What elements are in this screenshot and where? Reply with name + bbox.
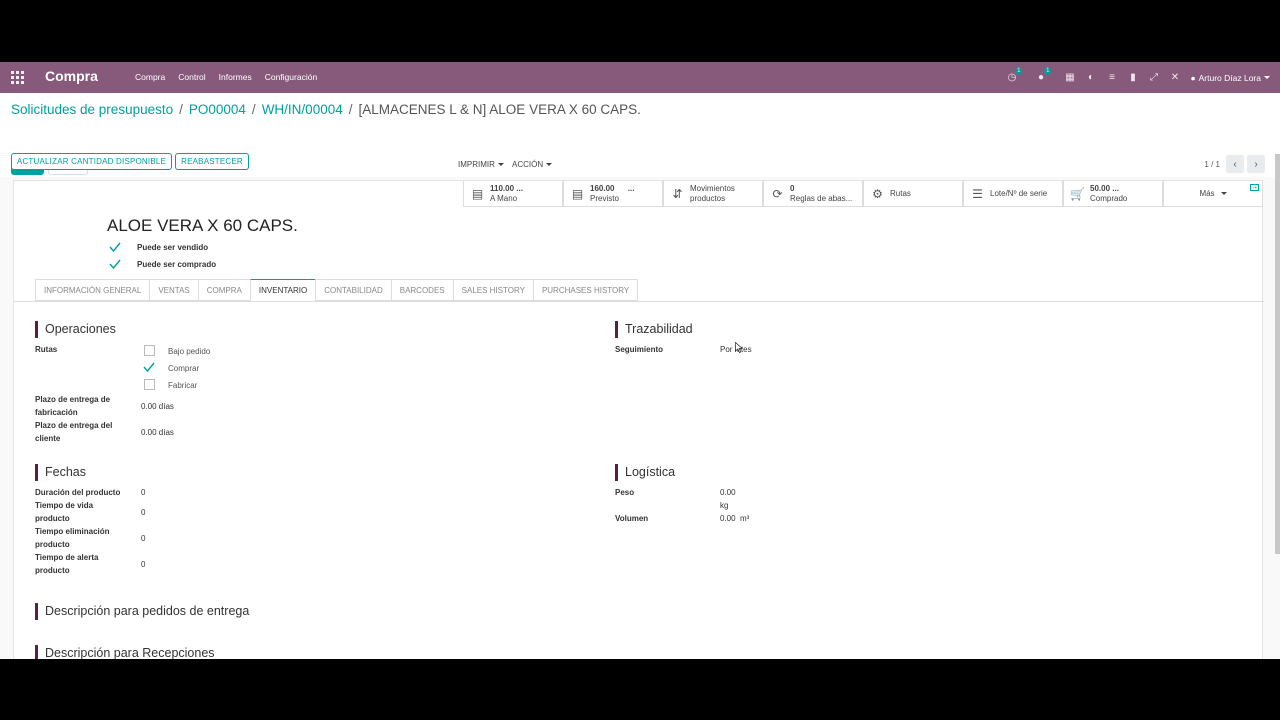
breadcrumb-rfq[interactable]: Solicitudes de presupuesto bbox=[11, 102, 173, 117]
user-name: Arturo Díaz Lora bbox=[1198, 72, 1261, 83]
odoo-window: Compra Compra Control Informes Configura… bbox=[0, 62, 1280, 659]
mfg-lead-value[interactable]: 0.00 días bbox=[141, 400, 174, 413]
chevron-down-icon bbox=[1220, 192, 1227, 195]
main-menu: Compra Control Informes Configuración bbox=[135, 72, 317, 82]
route-manufacture-checkbox[interactable] bbox=[144, 379, 155, 390]
menu-control[interactable]: Control bbox=[178, 72, 205, 82]
routes-label: Rutas bbox=[35, 345, 58, 354]
refresh-icon: ⟳ bbox=[772, 186, 783, 201]
tab-inventario[interactable]: INVENTARIO bbox=[249, 279, 317, 301]
menu-configuracion[interactable]: Configuración bbox=[265, 72, 317, 82]
smart-button-lots[interactable]: ☰ Lote/Nº de serie bbox=[963, 181, 1063, 207]
customer-lead-value[interactable]: 0.00 días bbox=[141, 426, 174, 439]
tab-ventas[interactable]: VENTAS bbox=[149, 279, 199, 301]
volume-label: Volumen bbox=[615, 514, 649, 523]
route-mto-checkbox[interactable] bbox=[144, 345, 155, 356]
route-buy-label: Comprar bbox=[168, 364, 200, 373]
cart-icon: 🛒 bbox=[1070, 186, 1085, 201]
weight-label: Peso bbox=[615, 488, 635, 497]
chevron-down-icon bbox=[1264, 76, 1270, 79]
smart-button-routes[interactable]: ⚙ Rutas bbox=[863, 181, 963, 207]
breadcrumb: Solicitudes de presupuesto / PO00004/WH/IN… bbox=[11, 102, 641, 117]
calculator-icon[interactable]: ▦ bbox=[1064, 72, 1075, 83]
tab-compra[interactable]: COMPRA bbox=[197, 279, 251, 301]
product-name: ALOE VERA X 60 CAPS. bbox=[107, 216, 298, 235]
header-buttons-bar: ACTUALIZAR CANTIDAD DISPONIBLE REABASTEC… bbox=[0, 153, 1280, 179]
can-be-sold-label[interactable]: Puede ser vendido bbox=[137, 243, 208, 252]
section-trazabilidad: Trazabilidad bbox=[615, 321, 693, 338]
close-debug-icon[interactable]: ✕ bbox=[1169, 72, 1180, 83]
mouse-cursor-icon bbox=[735, 342, 743, 353]
section-fechas: Fechas bbox=[35, 464, 86, 481]
mfg-lead-label: Plazo de entrega de fabricación bbox=[35, 395, 111, 417]
tab-sales-history[interactable]: SALES HISTORY bbox=[452, 279, 534, 301]
building-icon: ▤ bbox=[571, 186, 584, 201]
check-icon bbox=[109, 259, 121, 270]
volume-value[interactable]: 0.00 m³ bbox=[720, 512, 749, 525]
alert-time-label: Tiempo de alerta producto bbox=[35, 553, 99, 575]
form-sheet: ▤ 110.00 ... A Mano ▤ 160.00 ... Previsto … bbox=[13, 180, 1264, 659]
alert-time-value[interactable]: 0 bbox=[141, 558, 145, 571]
update-qty-button[interactable]: ACTUALIZAR CANTIDAD DISPONIBLE bbox=[11, 153, 172, 170]
dark-mode-icon[interactable]: ◐ bbox=[1085, 72, 1096, 83]
messages-icon[interactable]: ● 1 bbox=[1035, 67, 1052, 83]
smart-button-moves[interactable]: ⇵ Movimientos productos bbox=[663, 181, 763, 207]
menu-compra[interactable]: Compra bbox=[135, 72, 165, 82]
breadcrumb-po[interactable]: PO00004 bbox=[189, 102, 246, 117]
top-navbar: Compra Compra Control Informes Configura… bbox=[0, 62, 1280, 93]
lifetime-label: Tiempo de vida producto bbox=[35, 501, 94, 523]
user-menu[interactable]: ● Arturo Díaz Lora bbox=[1190, 73, 1270, 83]
smart-button-on-hand[interactable]: ▤ 110.00 ... A Mano bbox=[463, 181, 563, 207]
collapse-icon[interactable]: ⇥ bbox=[1250, 184, 1259, 191]
scrollbar[interactable] bbox=[1275, 154, 1280, 554]
updown-arrows-icon: ⇵ bbox=[672, 186, 683, 201]
smart-button-forecast[interactable]: ▤ 160.00 ... Previsto bbox=[563, 181, 663, 207]
tab-contabilidad[interactable]: CONTABILIDAD bbox=[315, 279, 392, 301]
route-buy-checkbox[interactable] bbox=[143, 361, 155, 373]
section-logistica: Logística bbox=[615, 464, 675, 481]
lifetime-value[interactable]: 0 bbox=[141, 506, 145, 519]
building-icon: ▤ bbox=[471, 186, 484, 201]
section-desc-delivery: Descripción para pedidos de entrega bbox=[35, 603, 249, 620]
product-duration-value[interactable]: 0 bbox=[141, 486, 145, 499]
customer-lead-label: Plazo de entrega del cliente bbox=[35, 421, 113, 443]
breadcrumb-current: [ALMACENES L & N] ALOE VERA X 60 CAPS. bbox=[358, 102, 641, 117]
route-mto-label: Bajo pedido bbox=[168, 347, 211, 356]
activity-icon[interactable]: ◷ 1 bbox=[1006, 67, 1023, 83]
weight-value[interactable]: 0.00 bbox=[720, 486, 736, 499]
smart-button-purchased[interactable]: 🛒 50.00 ... Comprado bbox=[1063, 181, 1163, 207]
tab-barcodes[interactable]: BARCODES bbox=[390, 279, 454, 301]
menu-informes[interactable]: Informes bbox=[219, 72, 252, 82]
product-duration-label: Duración del producto bbox=[35, 488, 121, 497]
user-icon: ● bbox=[1190, 72, 1196, 83]
bookmark-icon[interactable]: ▮ bbox=[1127, 72, 1138, 83]
removal-time-value[interactable]: 0 bbox=[141, 532, 145, 545]
smart-button-reorder-rules[interactable]: ⟳ 0 Reglas de abas... bbox=[763, 181, 863, 207]
apps-menu-icon[interactable] bbox=[11, 71, 24, 84]
list-icon[interactable]: ≡ bbox=[1106, 72, 1117, 83]
smart-button-more[interactable]: Más bbox=[1163, 181, 1263, 207]
tracking-label: Seguimiento bbox=[615, 345, 664, 354]
route-manufacture-label: Fabricar bbox=[168, 381, 198, 390]
tabs-divider bbox=[14, 301, 1264, 302]
removal-time-label: Tiempo eliminación producto bbox=[35, 527, 110, 549]
tab-purchases-history[interactable]: PURCHASES HISTORY bbox=[532, 279, 639, 301]
section-desc-receipts: Descripción para Recepciones bbox=[35, 645, 215, 659]
expand-icon[interactable]: ⤢ bbox=[1148, 72, 1159, 83]
can-be-purchased-label[interactable]: Puede ser comprado bbox=[137, 260, 216, 269]
notebook-tabs: INFORMACIÓN GENERAL VENTAS COMPRA INVENT… bbox=[35, 279, 639, 301]
bars-icon: ☰ bbox=[972, 186, 983, 201]
app-title[interactable]: Compra bbox=[45, 68, 98, 84]
systray: ◷ 1 ● 1 ▦ ◐ ≡ ▮ ⤢ ✕ ● Arturo Díaz Lora bbox=[1006, 62, 1270, 93]
cogs-icon: ⚙ bbox=[872, 186, 883, 201]
replenish-button[interactable]: REABASTECER bbox=[175, 153, 249, 170]
breadcrumb-picking[interactable]: WH/IN/00004 bbox=[262, 102, 343, 117]
tab-informacion-general[interactable]: INFORMACIÓN GENERAL bbox=[35, 279, 151, 301]
check-icon bbox=[109, 242, 121, 253]
section-operaciones: Operaciones bbox=[35, 321, 116, 338]
weight-unit: kg bbox=[720, 501, 729, 510]
